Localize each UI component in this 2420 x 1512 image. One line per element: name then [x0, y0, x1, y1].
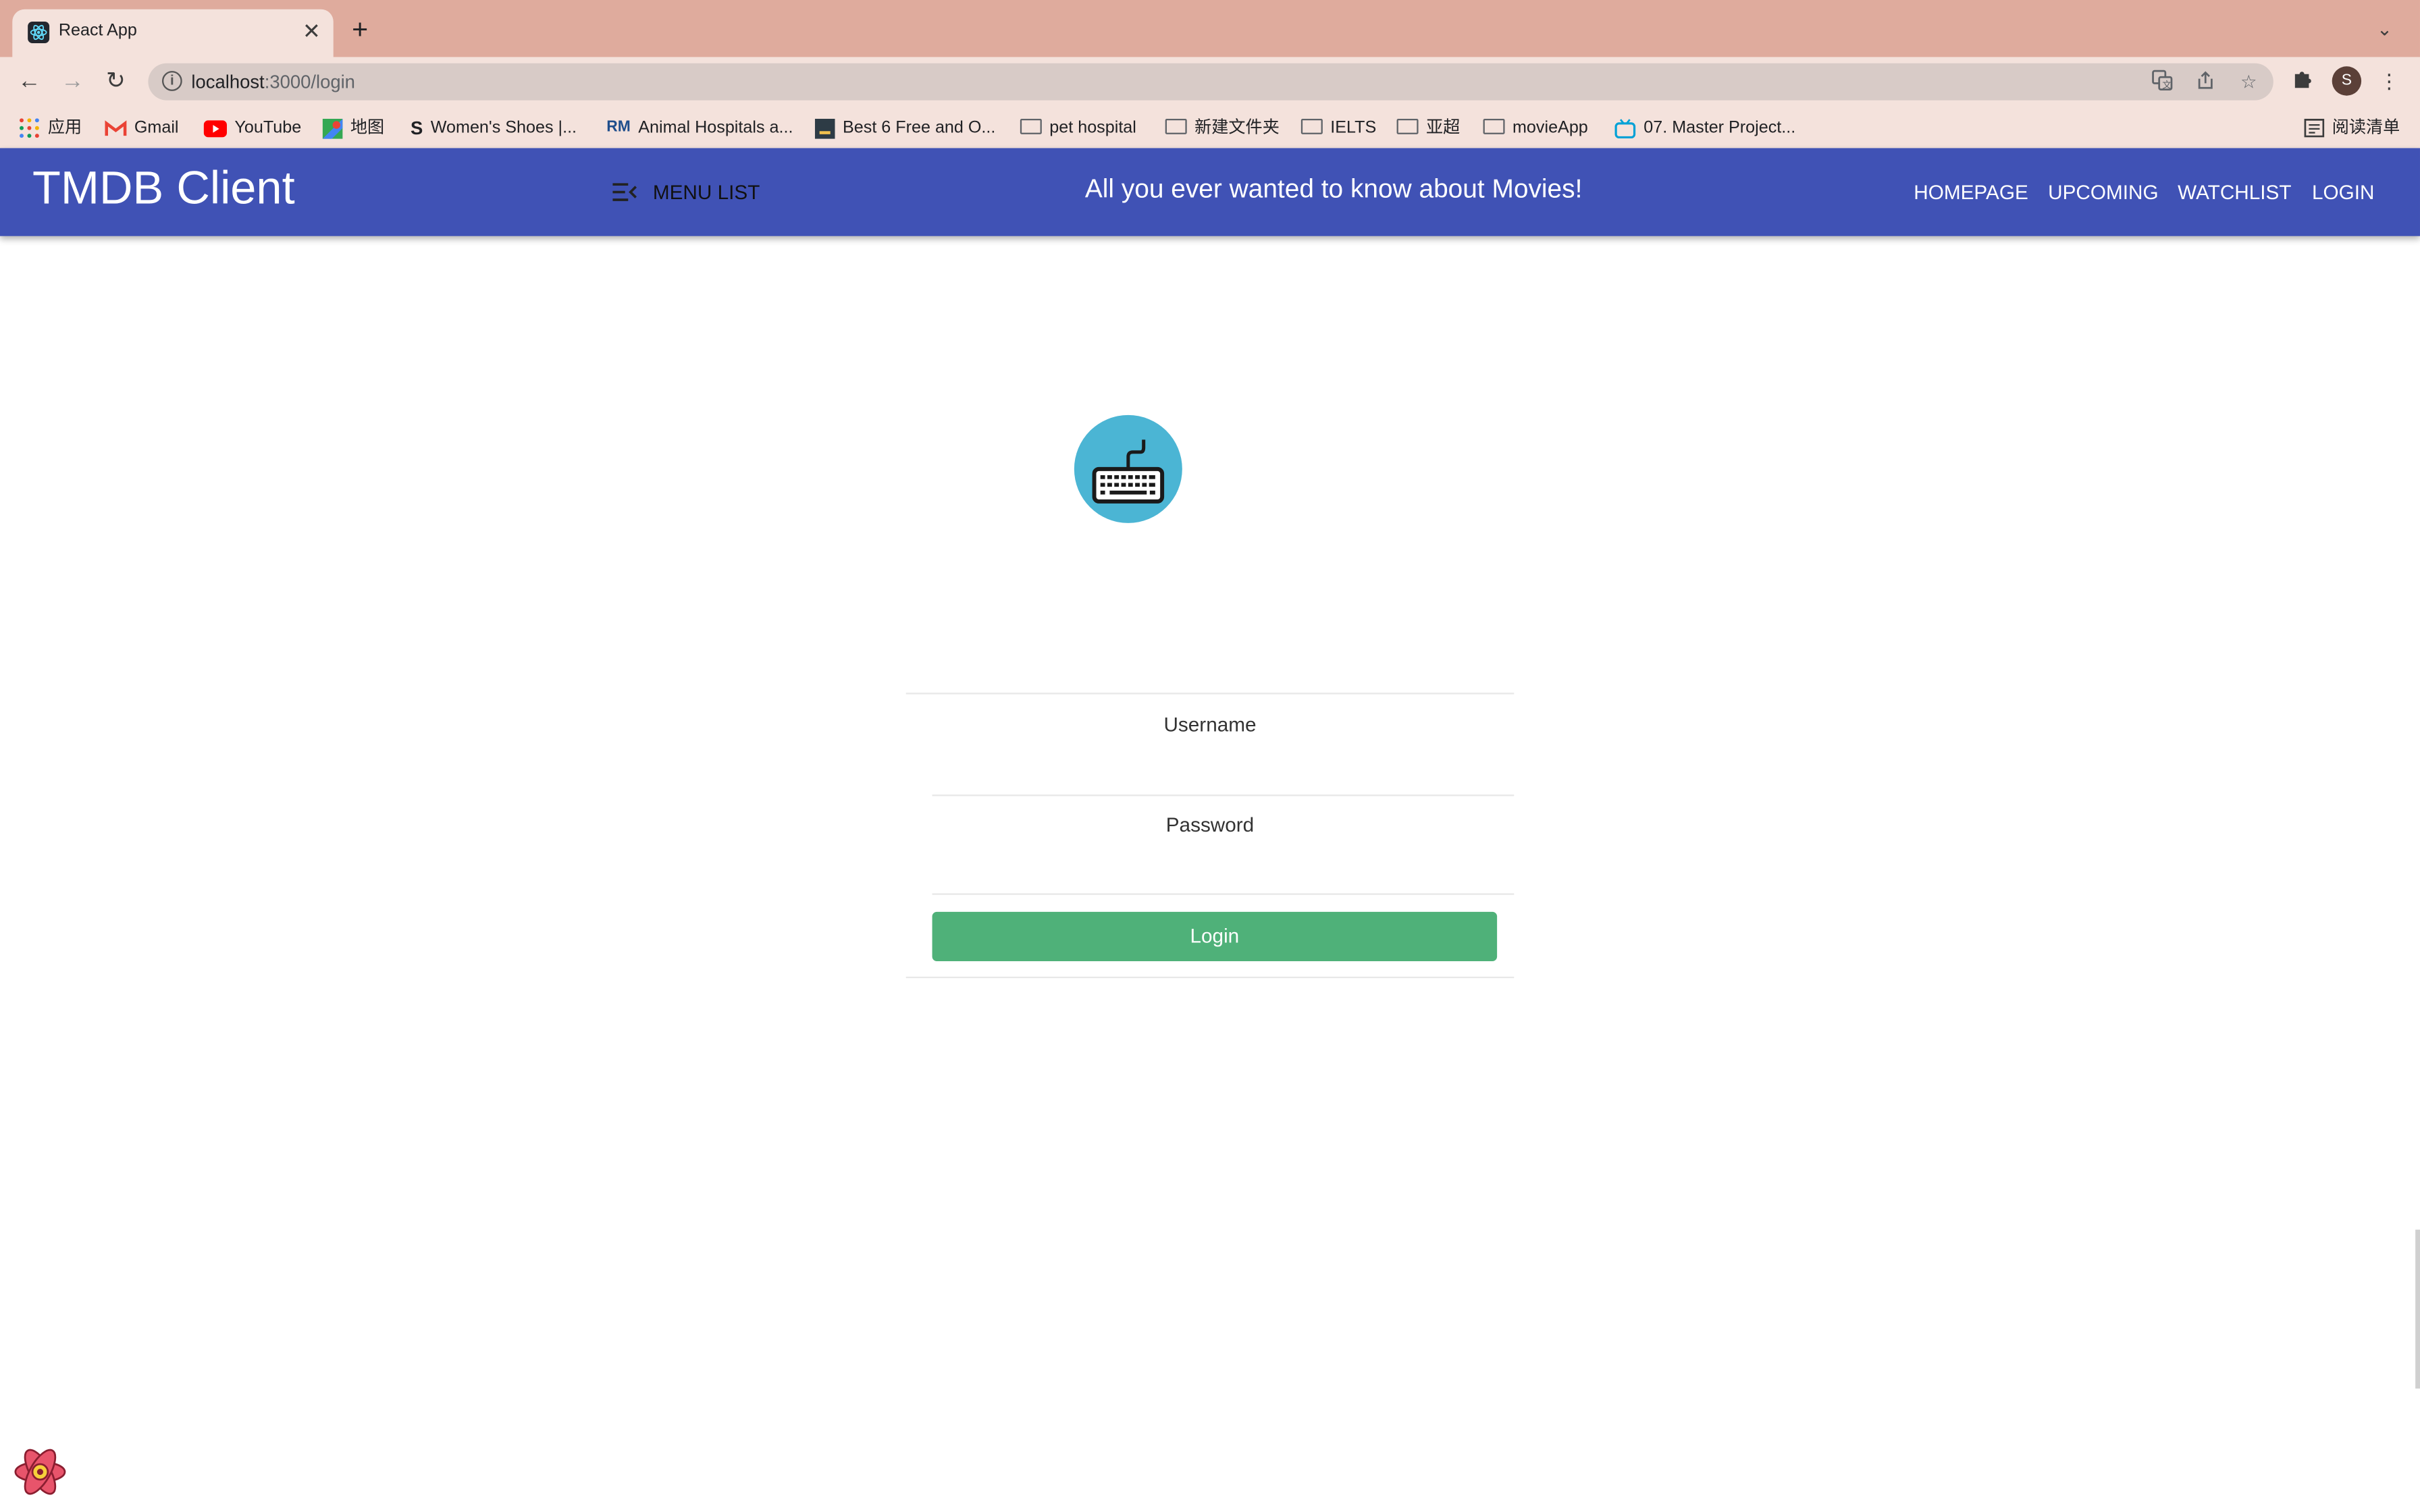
- password-divider: [932, 893, 1515, 895]
- bookmark-best-6-free[interactable]: Best 6 Free and O...: [814, 115, 995, 140]
- bookmark-yachao[interactable]: 亚超: [1396, 115, 1460, 140]
- forward-icon[interactable]: →: [57, 66, 88, 97]
- nav-login[interactable]: LOGIN: [2312, 180, 2374, 203]
- chevron-down-icon[interactable]: ⌄: [2377, 18, 2392, 40]
- folder-icon: [1300, 119, 1323, 135]
- app-header: TMDB Client MENU LIST All you ever wante…: [0, 148, 2420, 236]
- browser-toolbar: ← → ↻ i localhost:3000/login 文 ☆ S ⋮: [0, 57, 2420, 108]
- login-avatar: [1074, 414, 1182, 523]
- youtube-icon: [203, 119, 227, 137]
- folder-icon: [1165, 119, 1187, 135]
- bilibili-icon: [1614, 118, 1636, 138]
- browser-window: React App ✕ + ⌄ ← → ↻ i localhost:3000/l…: [0, 0, 2420, 1512]
- login-form: Username Password Login: [905, 693, 1515, 979]
- extensions-icon[interactable]: [2289, 68, 2317, 96]
- tab-title: React App: [58, 21, 137, 40]
- tab-strip: React App ✕ + ⌄: [0, 0, 2420, 57]
- browser-tab[interactable]: React App ✕: [12, 9, 334, 57]
- bookmark-gmail[interactable]: Gmail: [105, 115, 179, 140]
- address-bar[interactable]: i localhost:3000/login 文 ☆: [148, 63, 2273, 101]
- profile-avatar[interactable]: S: [2332, 66, 2362, 96]
- react-favicon-icon: [28, 21, 50, 43]
- username-input[interactable]: [932, 749, 1515, 784]
- nav-upcoming[interactable]: UPCOMING: [2048, 180, 2158, 203]
- more-icon[interactable]: ⋮: [2375, 68, 2403, 96]
- reading-list-icon: [2304, 119, 2325, 138]
- folder-icon: [1020, 119, 1042, 135]
- scrollbar[interactable]: [2415, 1229, 2420, 1389]
- bookmark-master-project[interactable]: 07. Master Project...: [1614, 115, 1795, 140]
- s-logo-icon: S: [410, 117, 423, 139]
- bookmark-animal-hospitals[interactable]: RM Animal Hospitals a...: [606, 115, 793, 140]
- tagline: All you ever wanted to know about Movies…: [1084, 174, 1583, 204]
- menu-open-icon: [612, 183, 637, 201]
- maps-icon: [322, 118, 343, 138]
- gmail-icon: [105, 119, 127, 136]
- plus-icon[interactable]: +: [352, 16, 368, 43]
- share-icon[interactable]: [2193, 70, 2218, 94]
- username-label: Username: [1163, 712, 1257, 736]
- username-divider: [932, 794, 1515, 796]
- folder-icon: [1396, 119, 1419, 135]
- brand-title: TMDB Client: [32, 163, 295, 215]
- site-icon: [814, 118, 835, 138]
- info-icon[interactable]: i: [161, 71, 182, 91]
- password-input[interactable]: [932, 850, 1515, 884]
- password-label: Password: [1165, 813, 1255, 836]
- translate-icon[interactable]: 文: [2150, 70, 2175, 94]
- react-devtools-icon[interactable]: [12, 1444, 68, 1499]
- bookmark-ielts[interactable]: IELTS: [1300, 115, 1376, 140]
- close-icon[interactable]: ✕: [302, 18, 321, 43]
- reload-icon[interactable]: ↻: [101, 66, 132, 97]
- nav-watchlist[interactable]: WATCHLIST: [2178, 180, 2291, 203]
- bookmark-movieapp[interactable]: movieApp: [1483, 115, 1588, 140]
- bookmark-youtube[interactable]: YouTube: [203, 115, 301, 140]
- url-text: localhost:3000/login: [191, 71, 355, 93]
- bookmarks-bar: 应用 Gmail YouTube 地图 S Women's Shoes |... …: [0, 107, 2420, 148]
- star-icon[interactable]: ☆: [2236, 70, 2261, 94]
- bookmark-folder-new[interactable]: 新建文件夹: [1165, 115, 1280, 140]
- reading-list-button[interactable]: 阅读清单: [2304, 115, 2400, 140]
- login-button[interactable]: Login: [932, 911, 1498, 961]
- nav-homepage[interactable]: HOMEPAGE: [1914, 180, 2028, 203]
- back-icon[interactable]: ←: [14, 66, 45, 97]
- keyboard-icon: [1092, 439, 1165, 504]
- apps-grid-icon: [20, 118, 39, 138]
- bookmark-apps[interactable]: 应用: [18, 115, 82, 140]
- folder-icon: [1483, 119, 1505, 135]
- bookmark-maps[interactable]: 地图: [322, 115, 384, 140]
- rm-logo-icon: RM: [606, 119, 631, 136]
- bookmark-pet-hospital[interactable]: pet hospital: [1020, 115, 1136, 140]
- svg-text:文: 文: [2162, 80, 2172, 90]
- bookmark-womens-shoes[interactable]: S Women's Shoes |...: [411, 115, 577, 140]
